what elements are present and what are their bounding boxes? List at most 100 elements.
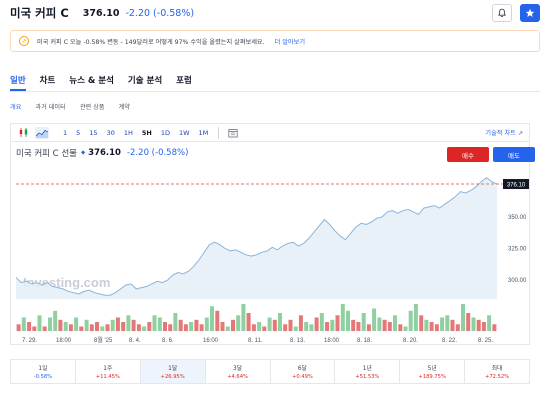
- x-tick-label: 8. 20.: [403, 338, 418, 344]
- volume-bar: [262, 326, 267, 331]
- tab-forum[interactable]: 포럼: [176, 74, 192, 91]
- volume-bar: [466, 313, 471, 331]
- x-tick-label: 7. 29.: [22, 338, 37, 344]
- x-tick-label: 8. 22.: [442, 338, 457, 344]
- volume-bar: [231, 319, 235, 332]
- quote-header: 미국 커피 C 376.10 -2.20 (-0.58%): [10, 4, 540, 22]
- subtab-contract[interactable]: 계약: [119, 102, 130, 111]
- x-tick-label: 8월 '25: [94, 336, 113, 344]
- volume-bar: [183, 324, 188, 332]
- subtab-overview[interactable]: 개요: [10, 102, 21, 111]
- volume-bar: [89, 324, 94, 332]
- volume-bar: [440, 317, 445, 331]
- volume-bar: [283, 324, 288, 332]
- volume-bar: [361, 313, 366, 331]
- learn-more-link[interactable]: 더 알아보기: [275, 37, 305, 46]
- price-chart: Investing.com376.10300.00325.00350.007. …: [15, 177, 529, 344]
- volume-bar: [95, 322, 99, 331]
- tab-news[interactable]: 뉴스 & 분석: [69, 74, 114, 91]
- volume-bar: [251, 324, 256, 332]
- banner-text: 미국 커피 C 오늘 -0.58% 변동 - 149달러로 어떻게 97% 수익…: [37, 38, 265, 46]
- alert-bell-button[interactable]: [492, 4, 512, 22]
- volume-bar: [199, 324, 204, 332]
- period-label: 3달: [233, 366, 243, 372]
- volume-bar: [450, 319, 455, 332]
- volume-bar: [168, 324, 173, 332]
- period-cell[interactable]: 6달 +0.49%: [271, 360, 336, 383]
- volume-bar: [335, 315, 340, 332]
- period-change: +11.45%: [95, 374, 120, 380]
- tab-chart[interactable]: 차트: [40, 74, 56, 91]
- volume-bar: [178, 319, 183, 332]
- y-tick-label: 300.00: [508, 278, 527, 284]
- volume-bar: [272, 319, 277, 332]
- volume-bar: [210, 306, 214, 332]
- tab-technical[interactable]: 기술 분석: [128, 74, 162, 91]
- volume-bar: [492, 324, 497, 332]
- volume-bar: [110, 319, 115, 332]
- volume-bar: [48, 317, 52, 331]
- volume-bar: [325, 322, 330, 331]
- volume-bar: [461, 304, 465, 331]
- volume-bar: [16, 324, 21, 332]
- subtab-history[interactable]: 과거 데이터: [35, 102, 65, 111]
- period-change: +189.75%: [418, 374, 446, 380]
- period-cell[interactable]: 5년 +189.75%: [400, 360, 466, 383]
- volume-bar: [476, 319, 481, 332]
- watchlist-star-button[interactable]: [520, 4, 540, 22]
- period-change: +4.64%: [227, 374, 248, 380]
- period-cell[interactable]: 1주 +11.45%: [76, 360, 141, 383]
- period-cell[interactable]: 최대 +72.52%: [465, 360, 529, 383]
- tab-divider: [10, 91, 540, 92]
- volume-bar: [84, 319, 89, 332]
- x-tick-label: 8. 6.: [162, 338, 174, 344]
- volume-bar: [408, 310, 413, 332]
- volume-bar: [267, 317, 272, 331]
- period-performance-bar: 1일 -0.58% 1주 +11.45% 1달 +26.95% 3달 +4.64% 6달 +0.4…: [10, 359, 530, 384]
- x-tick-label: 16:00: [203, 338, 219, 344]
- volume-bar: [351, 319, 356, 332]
- volume-bar: [346, 310, 350, 332]
- volume-bar: [121, 322, 126, 331]
- period-change: +0.49%: [292, 374, 313, 380]
- volume-bar: [356, 322, 361, 331]
- volume-bar: [37, 315, 42, 332]
- subtab-related[interactable]: 관련 상품: [80, 102, 105, 111]
- volume-bar: [105, 324, 110, 332]
- volume-bar: [115, 317, 120, 331]
- volume-bar: [157, 317, 162, 331]
- volume-bar: [314, 317, 319, 331]
- sub-tabs: 개요 과거 데이터 관련 상품 계약: [10, 102, 144, 111]
- period-cell[interactable]: 1년 +51.53%: [335, 360, 401, 383]
- bell-plus-icon: [497, 8, 507, 18]
- volume-bar: [471, 317, 476, 331]
- volume-bar: [293, 326, 298, 331]
- last-price-label: 376.10: [507, 183, 526, 189]
- period-label: 1달: [168, 366, 178, 372]
- volume-bar: [330, 319, 335, 332]
- volume-bar: [398, 324, 403, 332]
- volume-bar: [340, 304, 345, 331]
- volume-bar: [42, 326, 47, 331]
- volume-bar: [298, 315, 303, 332]
- x-tick-label: 18:00: [324, 338, 340, 344]
- star-icon: [525, 8, 535, 17]
- x-tick-label: 8. 11.: [248, 338, 263, 344]
- volume-bar: [487, 315, 492, 332]
- volume-bar: [142, 326, 147, 331]
- period-cell[interactable]: 1일 -0.58%: [11, 360, 76, 383]
- x-tick-label: 8. 4.: [129, 338, 141, 344]
- period-cell[interactable]: 3달 +4.64%: [206, 360, 271, 383]
- volume-bar: [372, 308, 377, 331]
- volume-bar: [278, 313, 282, 331]
- x-tick-label: 8. 13.: [290, 338, 305, 344]
- x-tick-label: 18:00: [56, 338, 72, 344]
- period-cell[interactable]: 1달 +26.95%: [140, 360, 206, 383]
- tab-general[interactable]: 일반: [10, 74, 26, 91]
- volume-bar: [100, 326, 105, 331]
- period-label: 1주: [103, 366, 113, 372]
- volume-bar: [147, 322, 152, 331]
- period-label: 5년: [427, 366, 437, 372]
- volume-bar: [434, 324, 439, 332]
- volume-bar: [309, 324, 314, 332]
